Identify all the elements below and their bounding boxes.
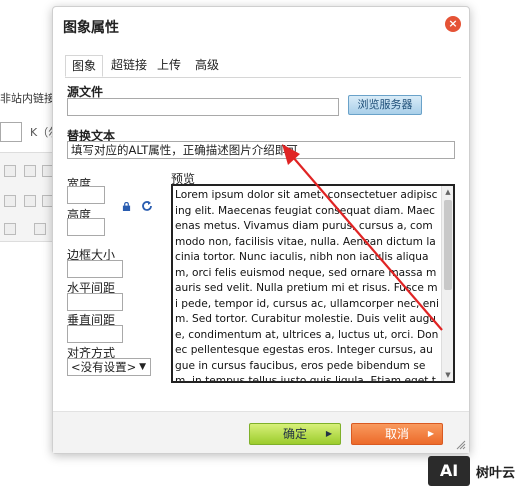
- toolbar-icon: [4, 165, 16, 177]
- chevron-right-icon: ▶: [325, 429, 332, 438]
- border-size-input[interactable]: [67, 260, 123, 278]
- align-select[interactable]: <没有设置> ▼: [67, 358, 151, 376]
- scroll-down-icon[interactable]: ▼: [442, 369, 453, 381]
- close-button[interactable]: ×: [445, 16, 461, 32]
- tab-advanced[interactable]: 高级: [195, 55, 219, 77]
- toolbar-icon: [4, 195, 16, 207]
- tab-hyperlink[interactable]: 超链接: [111, 55, 147, 77]
- tab-image[interactable]: 图象: [65, 55, 104, 77]
- watermark-text: 树叶云: [476, 466, 516, 481]
- align-selected-value: <没有设置>: [71, 360, 137, 374]
- hspace-input[interactable]: [67, 293, 123, 311]
- ok-button[interactable]: 确定 ▶: [249, 423, 341, 445]
- background-link-text: 非站内链接: [0, 92, 55, 105]
- width-input[interactable]: [67, 186, 105, 204]
- tab-divider: [65, 77, 461, 78]
- scroll-thumb[interactable]: [444, 200, 452, 290]
- background-toolbar: [0, 152, 60, 242]
- cancel-button-label: 取消: [384, 427, 409, 441]
- tab-upload[interactable]: 上传: [157, 55, 181, 77]
- cancel-button[interactable]: 取消 ▶: [351, 423, 443, 445]
- dialog-footer: 确定 ▶ 取消 ▶: [53, 411, 469, 453]
- ok-button-label: 确定: [282, 427, 307, 441]
- dialog-title-bar[interactable]: 图象属性 ×: [53, 7, 469, 45]
- reset-size-icon[interactable]: [141, 200, 153, 212]
- vspace-input[interactable]: [67, 325, 123, 343]
- preview-scrollbar[interactable]: ▲ ▼: [441, 186, 453, 381]
- chevron-down-icon: ▼: [139, 362, 146, 372]
- preview-area[interactable]: Lorem ipsum dolor sit amet, consectetuer…: [171, 184, 455, 383]
- toolbar-icon: [24, 195, 36, 207]
- dialog-title: 图象属性: [63, 20, 119, 36]
- alt-text-input[interactable]: [67, 141, 455, 159]
- toolbar-icon: [34, 223, 46, 235]
- height-input[interactable]: [67, 218, 105, 236]
- preview-text: Lorem ipsum dolor sit amet, consectetuer…: [175, 189, 439, 383]
- toolbar-icon: [4, 223, 16, 235]
- chevron-right-icon: ▶: [427, 429, 434, 438]
- background-input: [0, 122, 22, 142]
- browse-server-button[interactable]: 浏览服务器: [348, 95, 422, 115]
- watermark: AI 树叶云: [428, 452, 528, 492]
- scroll-up-icon[interactable]: ▲: [442, 186, 453, 198]
- image-properties-dialog: 图象属性 × 图象 超链接 上传 高级 源文件 浏览服务器 替换文本 宽度 高度…: [52, 6, 470, 454]
- source-file-input[interactable]: [67, 98, 339, 116]
- toolbar-icon: [24, 165, 36, 177]
- resize-grip-icon[interactable]: [456, 440, 466, 450]
- watermark-logo: AI: [428, 456, 470, 486]
- lock-ratio-icon[interactable]: [122, 202, 131, 211]
